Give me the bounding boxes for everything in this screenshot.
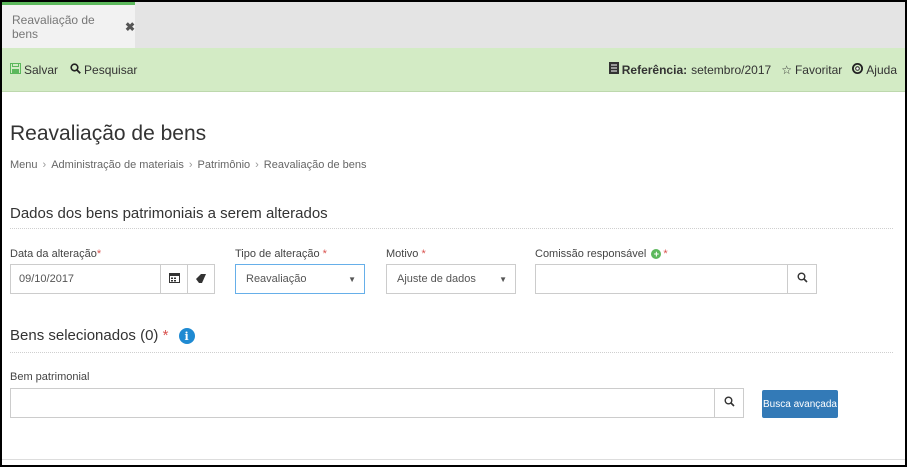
date-label: Data da alteração [10, 248, 97, 260]
section-divider [10, 228, 893, 229]
save-label: Salvar [24, 62, 59, 77]
help-label: Ajuda [866, 62, 897, 77]
page-title: Reavaliação de bens [10, 122, 207, 145]
committee-label-wrap: Comissão responsável + * [535, 248, 668, 260]
save-button[interactable]: Salvar [10, 62, 59, 77]
search-label: Pesquisar [84, 62, 138, 77]
required-mark: * [663, 248, 668, 260]
tab-label: Reavaliação de bens [12, 12, 95, 41]
breadcrumb: Menu › Administração de materiais › Patr… [10, 159, 367, 171]
required-mark: * [162, 327, 169, 344]
committee-input[interactable] [535, 264, 788, 294]
info-icon[interactable]: i [178, 328, 195, 345]
advanced-search-button[interactable]: Busca avançada [762, 390, 838, 418]
type-label-wrap: Tipo de alteração * [235, 248, 327, 260]
chevron-right-icon: › [188, 159, 193, 171]
search-icon [797, 272, 808, 286]
type-value: Reavaliação [246, 273, 307, 285]
type-select[interactable]: Reavaliação ▼ [235, 264, 365, 294]
plus-circle-icon[interactable]: + [651, 249, 662, 260]
favorite-label: Favoritar [794, 62, 843, 77]
asset-input[interactable] [10, 388, 715, 418]
close-icon[interactable]: ✖ [125, 20, 135, 34]
required-mark: * [96, 248, 102, 260]
breadcrumb-item-menu[interactable]: Menu [10, 159, 38, 171]
help-button[interactable]: Ajuda [852, 63, 897, 77]
favorite-button[interactable]: ☆ Favoritar [781, 63, 842, 77]
search-icon [70, 62, 81, 77]
committee-search-button[interactable] [787, 264, 817, 294]
reference-indicator: Referência: setembro/2017 [608, 62, 772, 77]
breadcrumb-item-patrimonio[interactable]: Patrimônio [198, 159, 251, 171]
asset-search-button[interactable] [714, 388, 744, 418]
eraser-icon [195, 272, 207, 286]
save-icon [10, 62, 21, 77]
reason-label: Motivo [386, 248, 419, 260]
caret-down-icon: ▼ [348, 275, 356, 284]
required-mark: * [322, 248, 327, 260]
tab-reavaliacao[interactable]: Reavaliação de bens ✖ [2, 2, 135, 48]
date-label-wrap: Data da alteração* [10, 248, 101, 260]
type-label: Tipo de alteração [235, 248, 320, 260]
caret-down-icon: ▼ [499, 275, 507, 284]
clear-date-button[interactable] [187, 264, 215, 294]
breadcrumb-item-current: Reavaliação de bens [263, 159, 367, 171]
section-divider [10, 352, 893, 353]
bottom-divider [2, 459, 905, 460]
search-button[interactable]: Pesquisar [70, 63, 137, 77]
reference-value: setembro/2017 [691, 62, 772, 77]
date-value: 09/10/2017 [19, 273, 75, 285]
bens-title: Bens selecionados (0) [10, 327, 159, 344]
reason-select[interactable]: Ajuste de dados ▼ [386, 264, 516, 294]
calendar-icon [168, 272, 180, 286]
required-mark: * [421, 248, 426, 260]
lifebuoy-icon [852, 62, 864, 77]
asset-label: Bem patrimonial [10, 371, 90, 383]
toolbar: Salvar Pesquisar Referência: setembro/20… [2, 48, 905, 92]
reason-value: Ajuste de dados [397, 273, 476, 285]
reason-label-wrap: Motivo * [386, 248, 426, 260]
book-icon [608, 62, 619, 77]
toolbar-right: Referência: setembro/2017 ☆ Favoritar Aj… [599, 62, 897, 77]
chevron-right-icon: › [42, 159, 47, 171]
section-title-dados: Dados dos bens patrimoniais a serem alte… [10, 205, 328, 222]
tab-strip: Reavaliação de bens ✖ [2, 2, 905, 48]
section-title-bens: Bens selecionados (0) * i [10, 327, 195, 345]
date-field[interactable]: 09/10/2017 [10, 264, 161, 294]
committee-label: Comissão responsável [535, 248, 647, 260]
search-icon [724, 396, 735, 410]
chevron-right-icon: › [255, 159, 259, 171]
reference-label: Referência: [621, 62, 688, 77]
breadcrumb-item-administracao[interactable]: Administração de materiais [51, 159, 184, 171]
star-icon: ☆ [781, 62, 792, 77]
calendar-button[interactable] [160, 264, 188, 294]
